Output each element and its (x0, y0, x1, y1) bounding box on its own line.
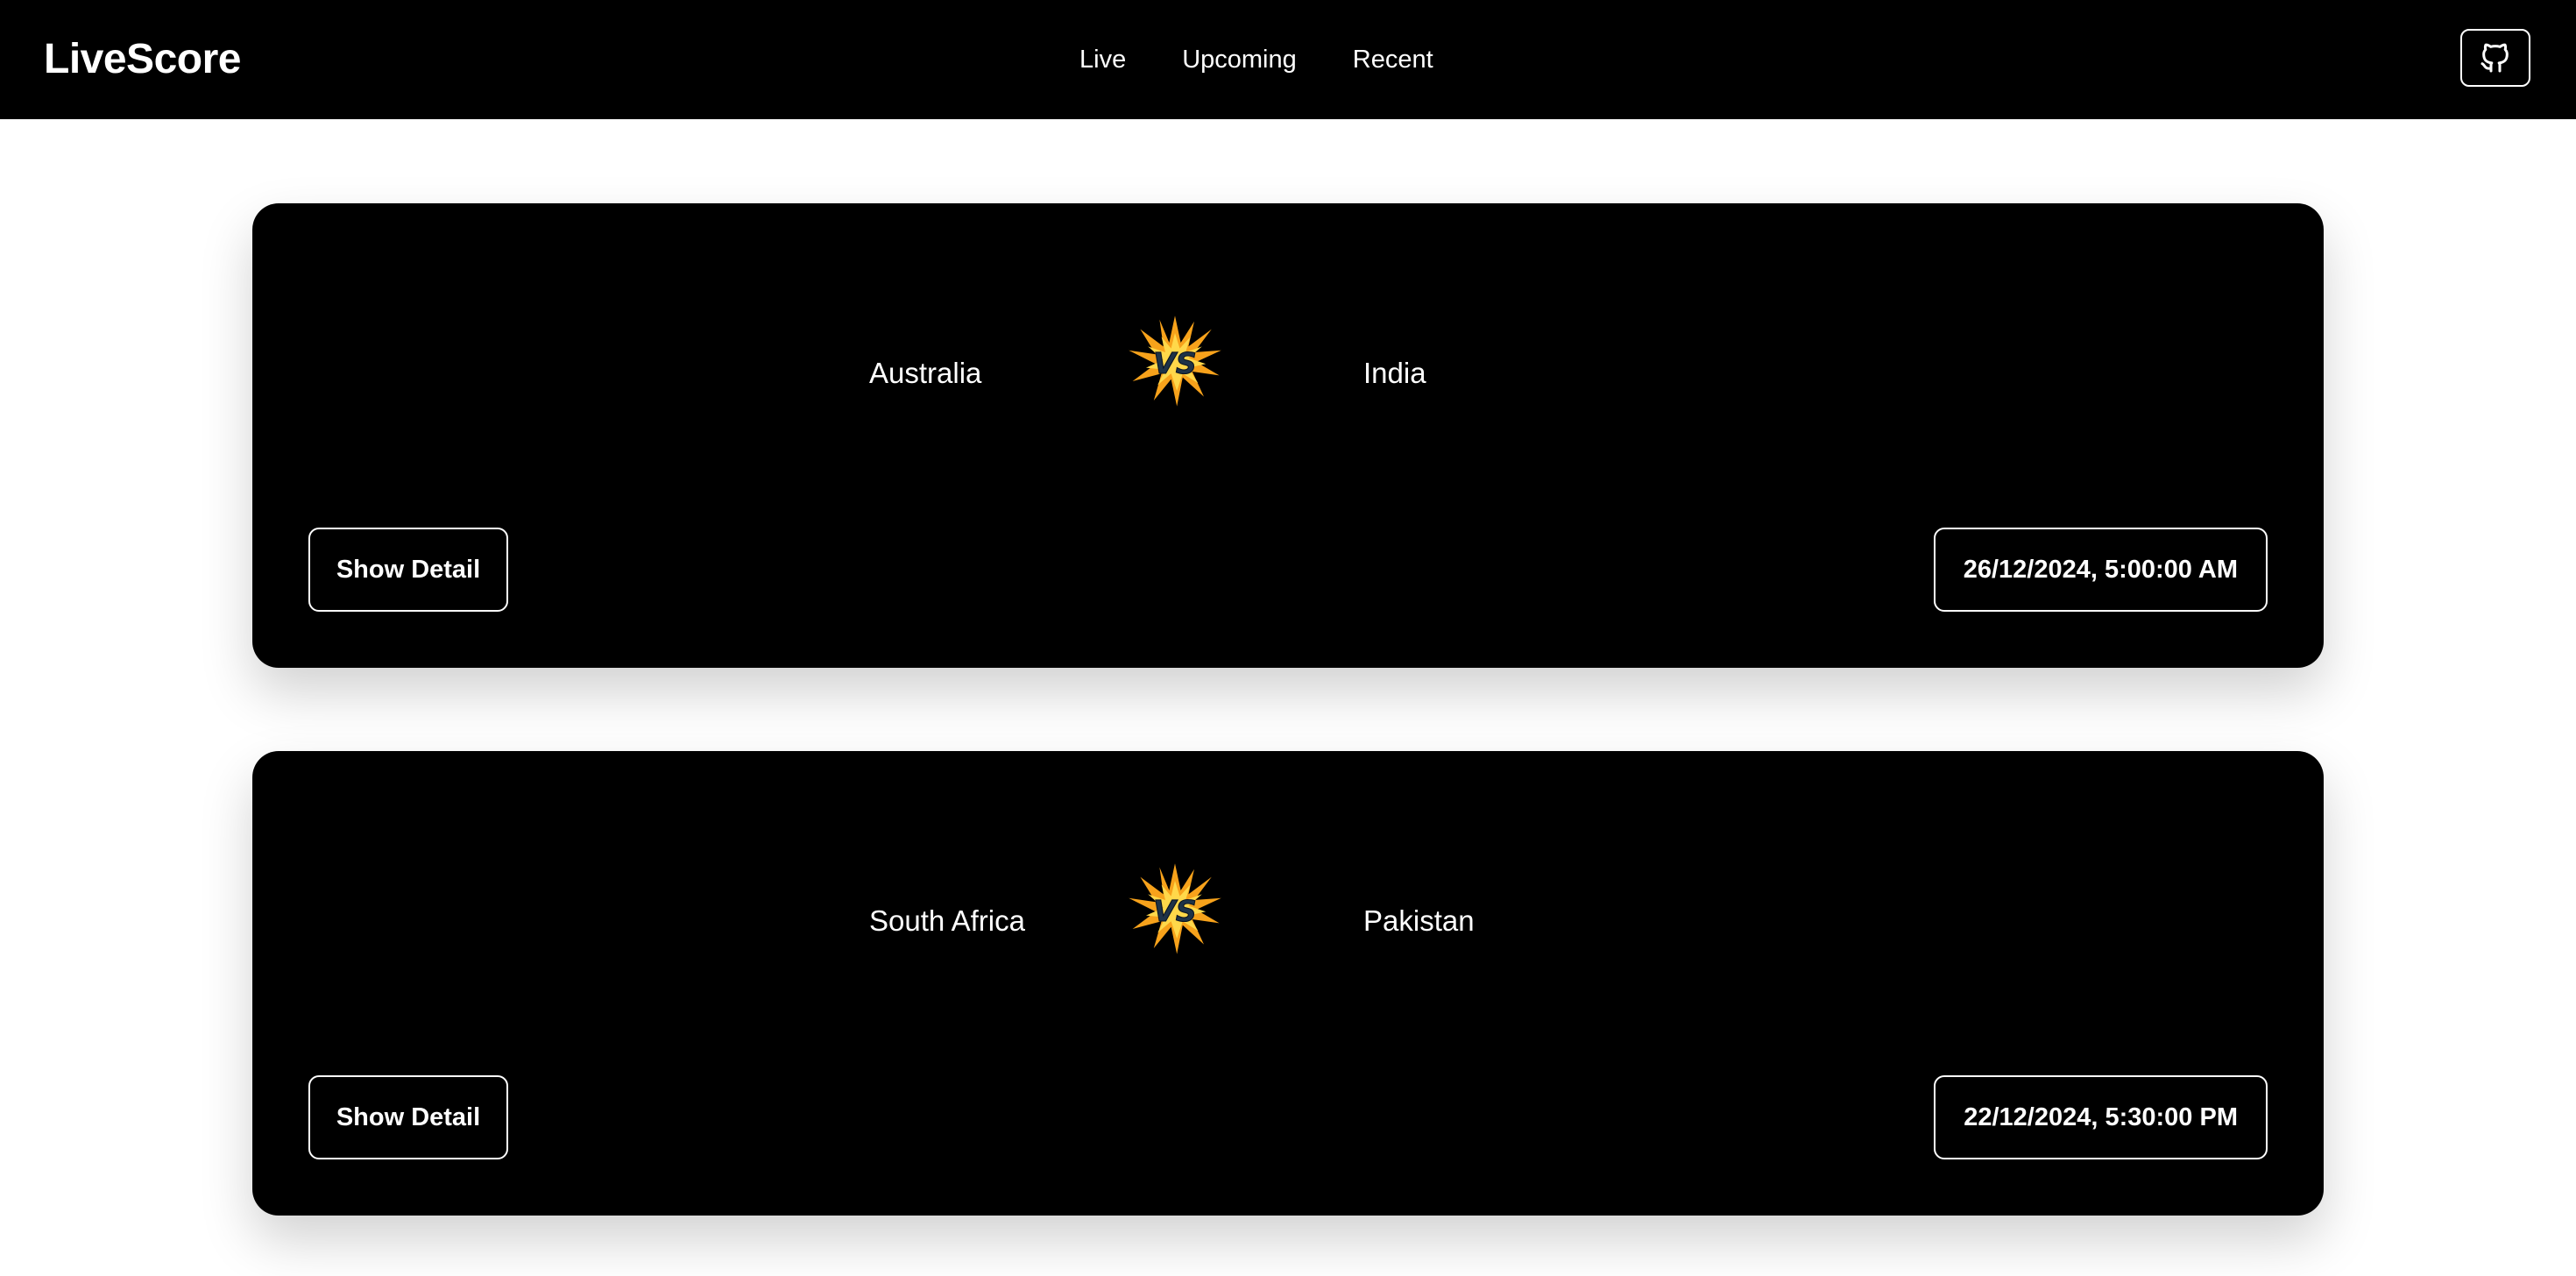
team-b-name: Pakistan (1363, 904, 1475, 937)
github-button[interactable] (2460, 29, 2530, 87)
nav-link-recent[interactable]: Recent (1353, 35, 1433, 84)
svg-text:VS: VS (1153, 894, 1196, 928)
match-datetime-button[interactable]: 26/12/2024, 5:00:00 AM (1933, 528, 2268, 612)
show-detail-button[interactable]: Show Detail (308, 528, 508, 612)
nav-link-live[interactable]: Live (1079, 35, 1126, 84)
main-nav: Live Upcoming Recent (1079, 35, 1433, 84)
nav-link-upcoming[interactable]: Upcoming (1182, 35, 1297, 84)
team-a-name: South Africa (869, 904, 1025, 937)
match-card: Australia VS India Show Detail 26/12/202… (252, 203, 2324, 668)
match-card: South Africa VS Pakistan Show Detail 22/… (252, 751, 2324, 1216)
match-datetime-button[interactable]: 22/12/2024, 5:30:00 PM (1934, 1075, 2268, 1159)
vs-burst-icon: VS (1129, 863, 1221, 954)
brand-logo[interactable]: LiveScore (44, 32, 241, 88)
team-b-name: India (1363, 357, 1426, 389)
vs-burst-icon: VS (1129, 315, 1221, 407)
navbar: LiveScore Live Upcoming Recent (0, 0, 2576, 119)
svg-text:VS: VS (1153, 346, 1196, 380)
team-a-name: Australia (869, 357, 982, 389)
github-icon (2480, 43, 2509, 73)
show-detail-button[interactable]: Show Detail (308, 1075, 508, 1159)
